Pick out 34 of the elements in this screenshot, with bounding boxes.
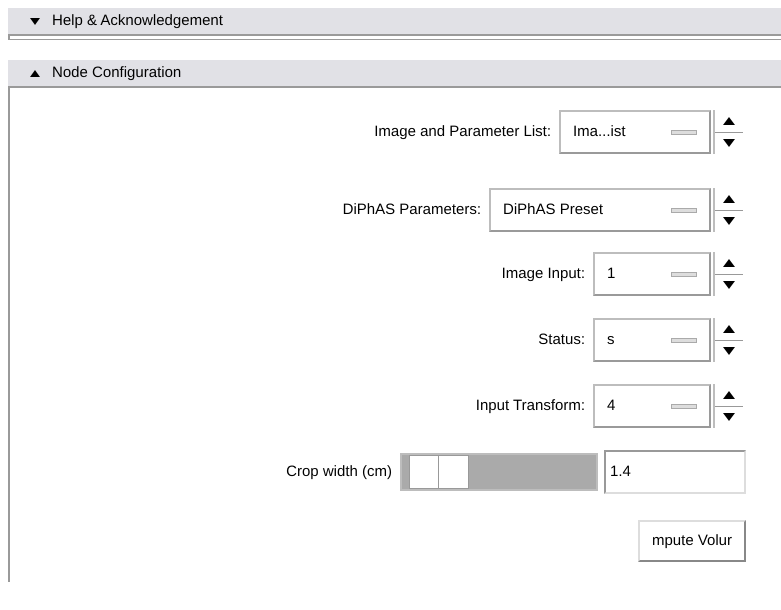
dropdown[interactable]: DiPhAS Preset	[489, 188, 711, 232]
expand-icon	[30, 18, 40, 24]
collapse-icon	[30, 70, 40, 76]
dropdown-indicator-icon	[671, 208, 697, 212]
dropdown[interactable]: 1	[593, 252, 711, 296]
down-arrow-icon	[723, 139, 735, 148]
compute-button[interactable]: mpute Volur	[638, 520, 746, 562]
dropdown-indicator-icon	[671, 338, 697, 342]
dropdown-indicator-icon	[671, 272, 697, 276]
down-arrow-icon	[723, 281, 735, 290]
dropdown[interactable]: s	[593, 318, 711, 362]
dropdown-indicator-icon	[671, 404, 697, 408]
slider-track[interactable]	[400, 453, 598, 491]
down-arrow-icon	[723, 413, 735, 422]
field-label: Status:	[538, 330, 585, 350]
dropdown-indicator-icon	[671, 130, 697, 134]
field-label: Image and Parameter List:	[374, 122, 551, 142]
field-label: Image Input:	[502, 264, 585, 284]
up-arrow-icon	[723, 390, 735, 399]
up-arrow-icon	[723, 116, 735, 125]
up-arrow-icon	[723, 258, 735, 267]
section-header[interactable]: Node Configuration	[8, 60, 781, 86]
up-arrow-icon	[723, 194, 735, 203]
field-label: Crop width (cm)	[286, 462, 392, 482]
down-arrow-icon	[723, 217, 735, 226]
up-arrow-icon	[723, 324, 735, 333]
value-field[interactable]: 1.4	[604, 450, 746, 494]
field-label: DiPhAS Parameters:	[342, 200, 481, 220]
slider-thumb[interactable]	[408, 455, 469, 489]
dropdown[interactable]: Ima...ist	[559, 110, 711, 154]
dropdown[interactable]: 4	[593, 384, 711, 428]
field-label: Input Transform:	[476, 396, 585, 416]
down-arrow-icon	[723, 347, 735, 356]
section-header[interactable]: Help & Acknowledgement	[8, 8, 781, 34]
